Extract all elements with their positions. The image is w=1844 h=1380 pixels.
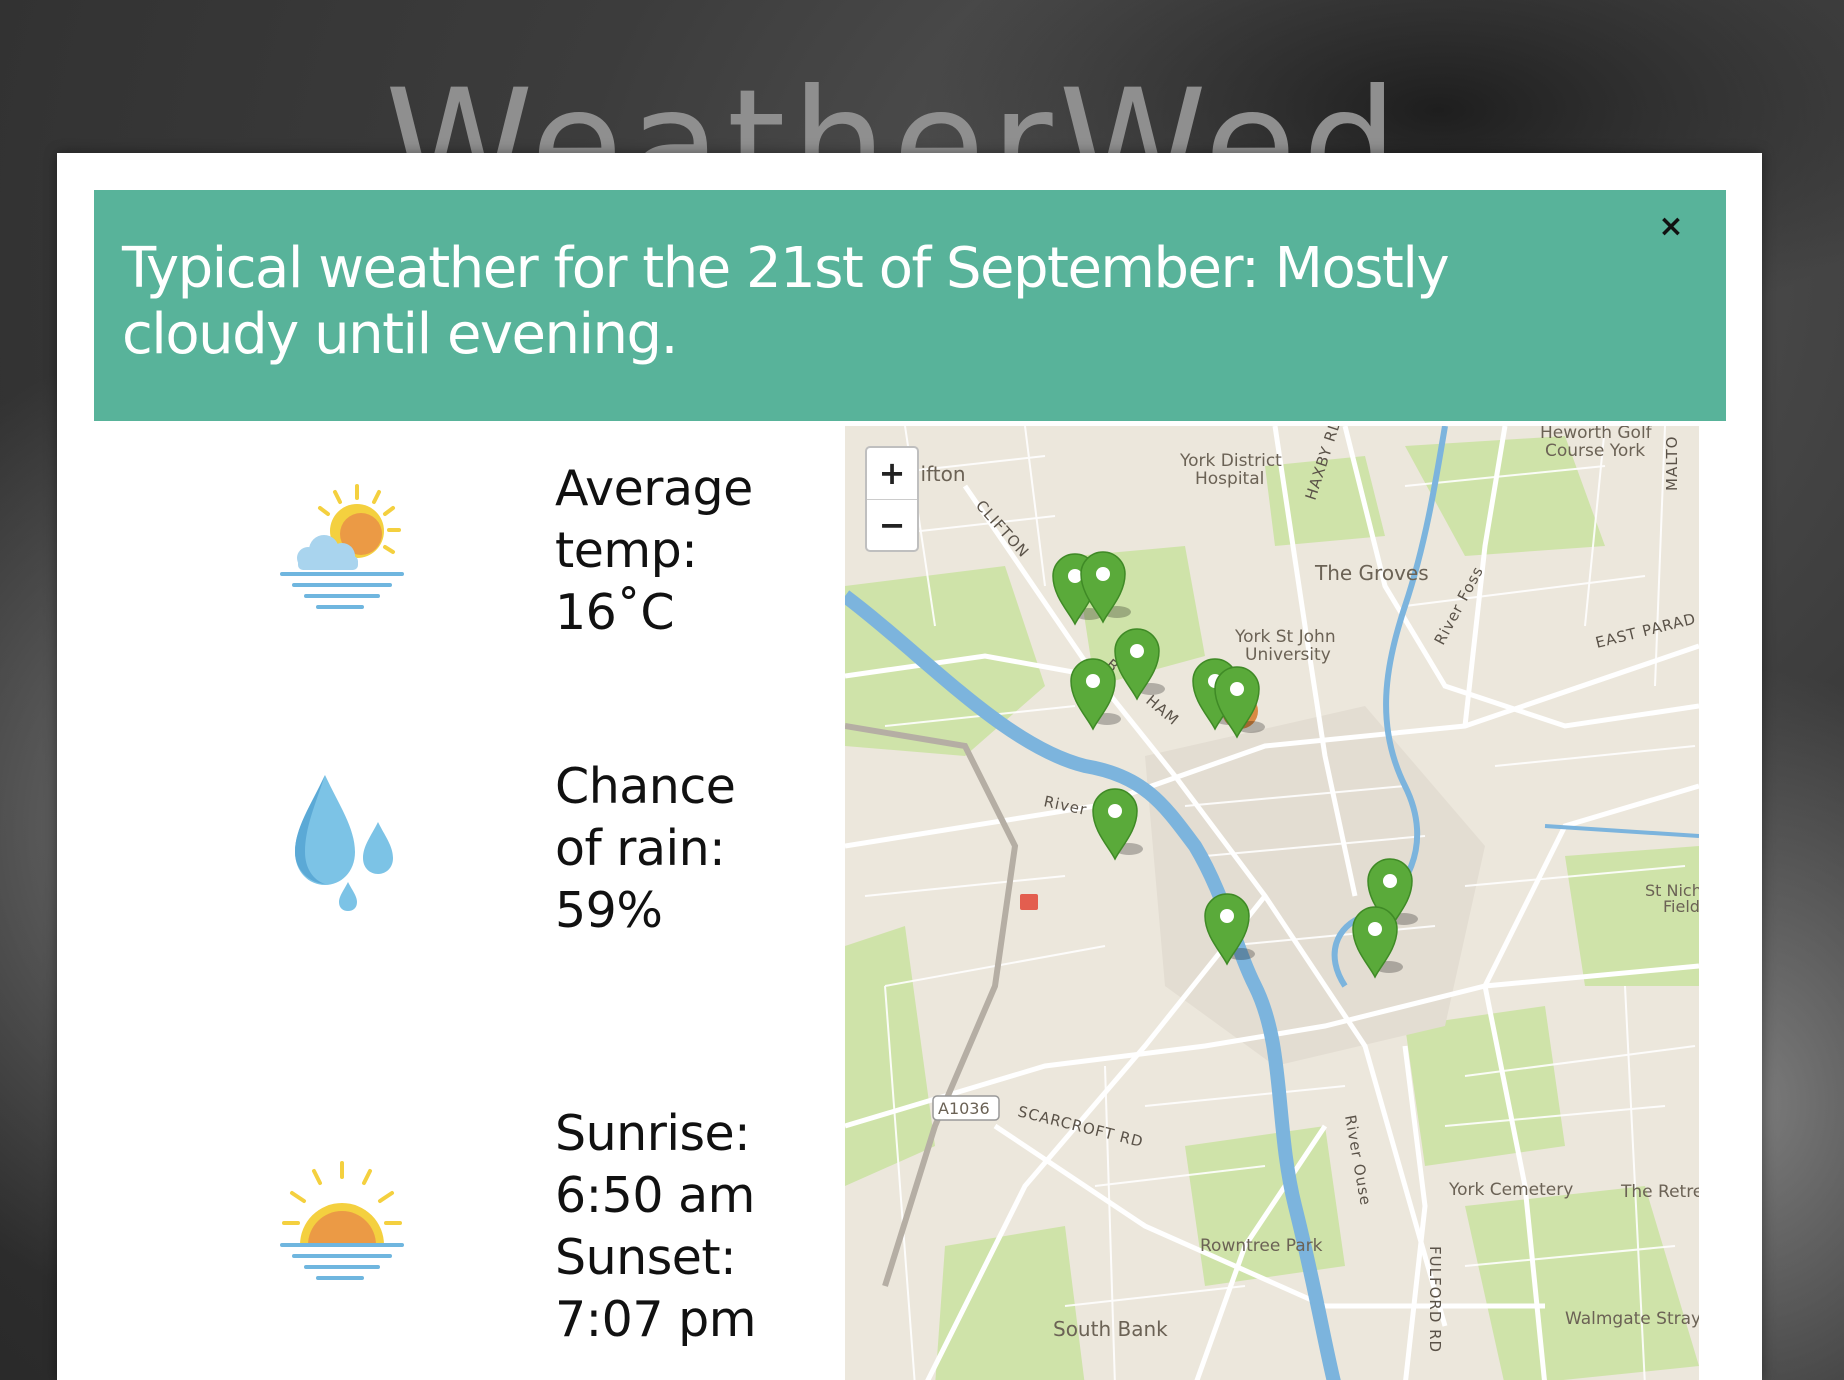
svg-text:Rowntree Park: Rowntree Park <box>1200 1236 1323 1256</box>
stat-value: 7:07 pm <box>555 1291 756 1348</box>
venue-map[interactable]: lifton CLIFTON York District Hospital HA… <box>845 426 1699 1380</box>
site-title-background: WeatherWed <box>385 70 1385 154</box>
chance-of-rain-text: Chance of rain: 59% <box>555 756 885 942</box>
svg-text:Walmgate Stray: Walmgate Stray <box>1565 1309 1699 1329</box>
svg-text:lifton: lifton <box>915 462 966 486</box>
sunrise-sunset-text: Sunrise: 6:50 am Sunset: 7:07 pm <box>555 1103 885 1351</box>
sunrise-icon <box>262 1153 422 1297</box>
svg-text:University: University <box>1245 645 1331 665</box>
svg-text:South Bank: South Bank <box>1053 1317 1168 1341</box>
stat-line: of rain: <box>555 820 726 877</box>
close-button[interactable]: × <box>1656 212 1686 242</box>
stat-line: Sunset: <box>555 1229 737 1286</box>
raindrops-icon <box>275 770 415 924</box>
stat-line: Average <box>555 460 753 517</box>
map-tiles[interactable]: lifton CLIFTON York District Hospital HA… <box>845 426 1699 1380</box>
zoom-out-button[interactable]: − <box>867 500 917 551</box>
zoom-control: + − <box>865 446 919 552</box>
weather-modal: Typical weather for the 21st of Septembe… <box>57 153 1762 1380</box>
svg-text:The Groves: The Groves <box>1314 561 1429 585</box>
stat-value: 16˚C <box>555 584 675 641</box>
svg-text:FULFORD RD: FULFORD RD <box>1426 1246 1444 1353</box>
svg-text:York St John: York St John <box>1234 627 1336 647</box>
forecast-summary: Typical weather for the 21st of Septembe… <box>122 236 1450 367</box>
svg-text:York District: York District <box>1179 451 1282 471</box>
zoom-in-button[interactable]: + <box>867 448 917 500</box>
svg-text:Field: Field <box>1663 897 1699 916</box>
average-temp-text: Average temp: 16˚C <box>555 458 885 644</box>
svg-text:The Retre: The Retre <box>1620 1182 1699 1202</box>
stat-line: temp: <box>555 522 698 579</box>
stat-value: 59% <box>555 882 663 939</box>
svg-text:MALTO: MALTO <box>1663 436 1681 491</box>
svg-text:Hospital: Hospital <box>1195 469 1264 489</box>
svg-text:York Cemetery: York Cemetery <box>1448 1180 1573 1200</box>
svg-text:Course York: Course York <box>1545 441 1645 461</box>
stat-line: Sunrise: <box>555 1105 751 1162</box>
partly-cloudy-sun-icon <box>262 478 422 622</box>
forecast-banner: Typical weather for the 21st of Septembe… <box>94 190 1726 421</box>
svg-text:A1036: A1036 <box>938 1099 990 1118</box>
stat-value: 6:50 am <box>555 1167 755 1224</box>
stat-line: Chance <box>555 758 736 815</box>
